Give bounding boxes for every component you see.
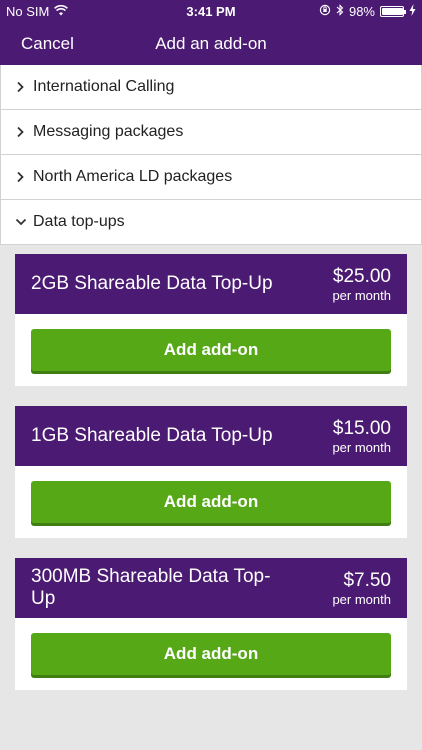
category-label: Data top-ups [33,213,125,230]
addon-card: 300MB Shareable Data Top-Up $7.50 per mo… [15,558,407,690]
addon-price: $15.00 [332,417,391,439]
chevron-right-icon [15,81,33,93]
addon-name: 300MB Shareable Data Top-Up [31,566,271,609]
addon-header: 2GB Shareable Data Top-Up $25.00 per mon… [15,254,407,314]
navigation-bar: Cancel Add an add-on [0,22,422,65]
status-bar: No SIM 3:41 PM 98% [0,0,422,22]
addon-price-block: $15.00 per month [332,418,391,455]
addon-period: per month [332,287,391,303]
addon-price-block: $7.50 per month [332,570,391,607]
addon-name: 2GB Shareable Data Top-Up [31,273,273,294]
category-list: International Calling Messaging packages… [0,65,422,245]
category-label: North America LD packages [33,168,233,185]
category-label: Messaging packages [33,123,184,140]
bluetooth-icon [336,4,344,19]
category-international-calling[interactable]: International Calling [0,65,422,110]
category-messaging-packages[interactable]: Messaging packages [0,110,422,155]
addon-card: 1GB Shareable Data Top-Up $15.00 per mon… [15,406,407,538]
category-north-america-ld[interactable]: North America LD packages [0,155,422,200]
addon-price-block: $25.00 per month [332,266,391,303]
orientation-lock-icon [319,4,331,19]
addon-period: per month [332,591,391,607]
battery-percent: 98% [348,4,375,19]
addon-header: 1GB Shareable Data Top-Up $15.00 per mon… [15,406,407,466]
addon-period: per month [332,439,391,455]
category-label: International Calling [33,78,175,95]
add-addon-button[interactable]: Add add-on [31,329,391,371]
chevron-right-icon [15,171,33,183]
top-bar: No SIM 3:41 PM 98% Cancel Add an add-on [0,0,422,65]
add-addon-button[interactable]: Add add-on [31,481,391,523]
add-addon-button[interactable]: Add add-on [31,633,391,675]
chevron-right-icon [15,126,33,138]
chevron-down-icon [15,217,33,227]
addon-price: $25.00 [332,265,391,287]
category-data-top-ups[interactable]: Data top-ups [0,200,422,245]
addon-card: 2GB Shareable Data Top-Up $25.00 per mon… [15,254,407,386]
page-title: Add an add-on [155,34,267,53]
addon-name: 1GB Shareable Data Top-Up [31,425,273,446]
addon-header: 300MB Shareable Data Top-Up $7.50 per mo… [15,558,407,618]
charging-icon [409,4,416,19]
battery-icon [380,6,406,17]
addon-price: $7.50 [343,569,391,591]
